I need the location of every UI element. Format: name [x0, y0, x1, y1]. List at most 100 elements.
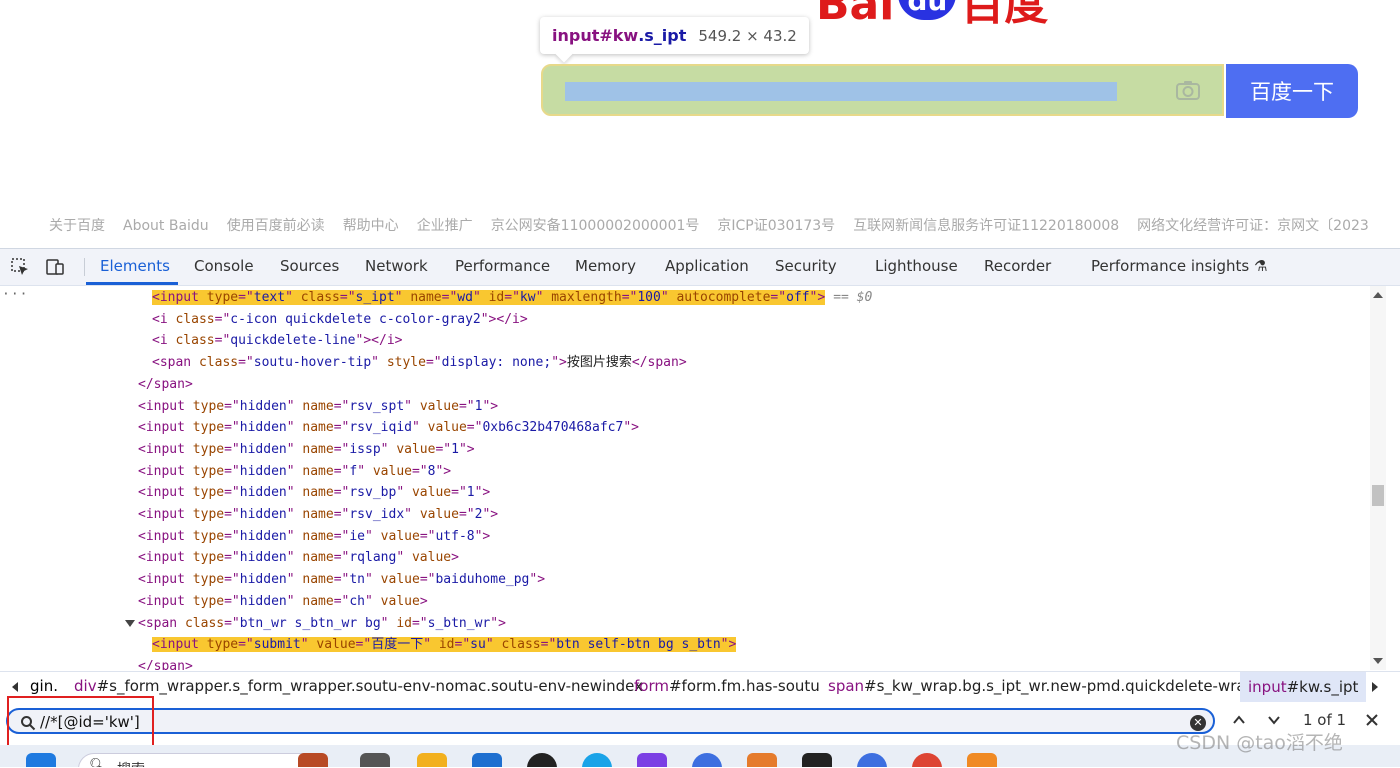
tab-recorder[interactable]: Recorder: [984, 257, 1051, 275]
breadcrumb-item[interactable]: gin.: [30, 677, 58, 695]
scrollbar-thumb[interactable]: [1372, 485, 1384, 506]
node-markup: <input type="hidden" name="tn" value="ba…: [138, 572, 546, 588]
tab-application[interactable]: Application: [665, 257, 749, 275]
node-markup: <input type="hidden" name="f" value="8">: [138, 463, 452, 479]
taskbar-app-icon[interactable]: [857, 753, 887, 767]
tooltip-tag: input: [552, 26, 600, 45]
dom-line[interactable]: <span class="soutu-hover-tip" style="dis…: [152, 352, 687, 373]
tab-elements[interactable]: Elements: [100, 257, 170, 275]
store-icon[interactable]: [472, 753, 502, 767]
tooltip-class: .s_ipt: [638, 26, 687, 45]
dom-line[interactable]: <input type="text" class="s_ipt" name="w…: [152, 287, 872, 308]
taskbar-app-icon[interactable]: [637, 753, 667, 767]
breadcrumb-item[interactable]: span#s_kw_wrap.bg.s_ipt_wr.new-pmd.quick…: [828, 677, 1255, 695]
tab-sources[interactable]: Sources: [280, 257, 339, 275]
dom-line[interactable]: <input type="hidden" name="rsv_spt" valu…: [138, 396, 498, 417]
tab-network[interactable]: Network: [365, 257, 428, 275]
footer-link[interactable]: 关于百度: [49, 218, 105, 234]
footer-link[interactable]: 帮助中心: [343, 218, 399, 234]
node-markup: <input type="hidden" name="rsv_iqid" val…: [138, 420, 639, 436]
next-match-icon[interactable]: [1266, 712, 1282, 728]
dom-line[interactable]: <input type="hidden" name="ch" value>: [138, 591, 428, 612]
taskbar-app-icon[interactable]: [298, 753, 328, 767]
baidu-page: Bai du 百度 input #kw .s_ipt 549.2 × 43.2 百度…: [0, 0, 1400, 248]
taskbar-app-icon[interactable]: [360, 753, 390, 767]
tab-security[interactable]: Security: [775, 257, 837, 275]
dom-line[interactable]: <input type="hidden" name="rsv_iqid" val…: [138, 417, 639, 438]
footer-link[interactable]: 京ICP证030173号: [717, 218, 835, 234]
footer-link[interactable]: About Baidu: [123, 218, 209, 234]
edge-icon[interactable]: [582, 753, 612, 767]
dom-line[interactable]: <i class="c-icon quickdelete c-color-gra…: [152, 309, 528, 330]
chrome-icon[interactable]: [912, 753, 942, 767]
dom-line[interactable]: <input type="hidden" name="f" value="8">: [138, 461, 451, 482]
crumb-rest: #kw.s_ipt: [1286, 678, 1359, 696]
dom-line[interactable]: <input type="hidden" name="tn" value="ba…: [138, 569, 545, 590]
breadcrumb-item[interactable]: form#form.fm.has-soutu: [634, 677, 820, 695]
tab-separator: [84, 258, 85, 276]
dom-line[interactable]: <span class="btn_wr s_btn_wr bg" id="s_b…: [138, 613, 506, 634]
dom-line[interactable]: <i class="quickdelete-line"></i>: [152, 330, 402, 351]
annotation-red-box: [7, 696, 154, 750]
crumb-rest: #form.fm.has-soutu: [668, 677, 820, 695]
dom-line[interactable]: <input type="hidden" name="rsv_idx" valu…: [138, 504, 498, 525]
dom-line[interactable]: <input type="submit" value="百度一下" id="su…: [152, 634, 737, 655]
breadcrumb-item[interactable]: div#s_form_wrapper.s_form_wrapper.soutu-…: [74, 677, 643, 695]
tab-memory[interactable]: Memory: [575, 257, 636, 275]
expand-triangle-icon[interactable]: [125, 620, 135, 627]
inspect-element-icon[interactable]: [11, 258, 29, 276]
breadcrumb-item-active[interactable]: input#kw.s_ipt: [1240, 672, 1367, 702]
scroll-down-icon[interactable]: [1373, 658, 1383, 664]
dom-line[interactable]: <input type="hidden" name="rqlang" value…: [138, 547, 459, 568]
folder-icon[interactable]: [417, 753, 447, 767]
taskbar-app-icon[interactable]: [527, 753, 557, 767]
more-options-icon[interactable]: ···: [2, 287, 28, 302]
node-markup: <i class="c-icon quickdelete c-color-gra…: [152, 311, 528, 327]
taskbar-search[interactable]: 🔍︎ 搜索: [78, 753, 320, 767]
footer-link[interactable]: 互联网新闻信息服务许可证11220180008: [853, 218, 1119, 234]
dom-line[interactable]: <input type="hidden" name="issp" value="…: [138, 439, 475, 460]
watermark: CSDN @tao滔不绝: [1176, 732, 1343, 754]
baidu-search-input[interactable]: [541, 64, 1224, 116]
previous-match-icon[interactable]: [1231, 712, 1247, 728]
breadcrumb-left-arrow-icon[interactable]: [12, 682, 18, 692]
camera-icon[interactable]: [1176, 80, 1200, 100]
logo-text-baidu-cn: 百度: [960, 0, 1049, 30]
footer-link[interactable]: 网络文化经营许可证：京网文〔2023: [1137, 218, 1369, 234]
taskbar-app-icon[interactable]: [692, 753, 722, 767]
tab-lighthouse[interactable]: Lighthouse: [875, 257, 958, 275]
node-markup: <input type="hidden" name="rsv_idx" valu…: [138, 507, 499, 522]
scroll-up-icon[interactable]: [1373, 292, 1383, 298]
taskbar-app-icon[interactable]: [967, 753, 997, 767]
crumb-rest: #s_form_wrapper.s_form_wrapper.soutu-env…: [96, 677, 644, 695]
dom-line[interactable]: <input type="hidden" name="ie" value="ut…: [138, 526, 490, 547]
close-search-icon[interactable]: [1364, 712, 1380, 728]
device-toolbar-icon[interactable]: [46, 258, 64, 276]
tooltip-size: 549.2 × 43.2: [698, 26, 797, 45]
tab-performance[interactable]: Performance: [455, 257, 550, 275]
baidu-search-button[interactable]: 百度一下: [1226, 64, 1358, 118]
tab-console[interactable]: Console: [194, 257, 254, 275]
footer-link[interactable]: 企业推广: [417, 218, 473, 234]
node-markup: <i class="quickdelete-line"></i>: [152, 333, 403, 349]
tab-performance-insights-label: Performance insights: [1091, 257, 1250, 275]
footer-link[interactable]: 使用百度前必读: [227, 218, 325, 234]
selected-node-marker: == $0: [833, 290, 873, 305]
footer-link[interactable]: 京公网安备11000002000001号: [491, 218, 700, 234]
node-markup: <input type="hidden" name="rsv_bp" value…: [138, 485, 491, 501]
dom-tree-scrollbar[interactable]: [1370, 286, 1386, 670]
logo-paw: du: [898, 0, 957, 20]
xpath-search-input[interactable]: //*[@id='kw'] ✕: [6, 708, 1215, 734]
dom-line[interactable]: </span>: [138, 656, 193, 670]
dom-line[interactable]: </span>: [138, 374, 193, 395]
dom-line[interactable]: <input type="hidden" name="rsv_bp" value…: [138, 482, 490, 503]
node-markup: <input type="hidden" name="ie" value="ut…: [138, 528, 491, 544]
flask-icon: ⚗: [1253, 257, 1268, 275]
ide-icon[interactable]: [802, 753, 832, 767]
windows-start-icon[interactable]: [26, 753, 56, 767]
dom-tree[interactable]: ··· <input type="text" class="s_ipt" nam…: [0, 286, 1370, 670]
paint-icon[interactable]: [747, 753, 777, 767]
breadcrumb-right-arrow-icon[interactable]: [1372, 682, 1378, 692]
crumb-tag: div: [74, 677, 97, 695]
tab-performance-insights[interactable]: Performance insights ⚗: [1091, 257, 1267, 275]
